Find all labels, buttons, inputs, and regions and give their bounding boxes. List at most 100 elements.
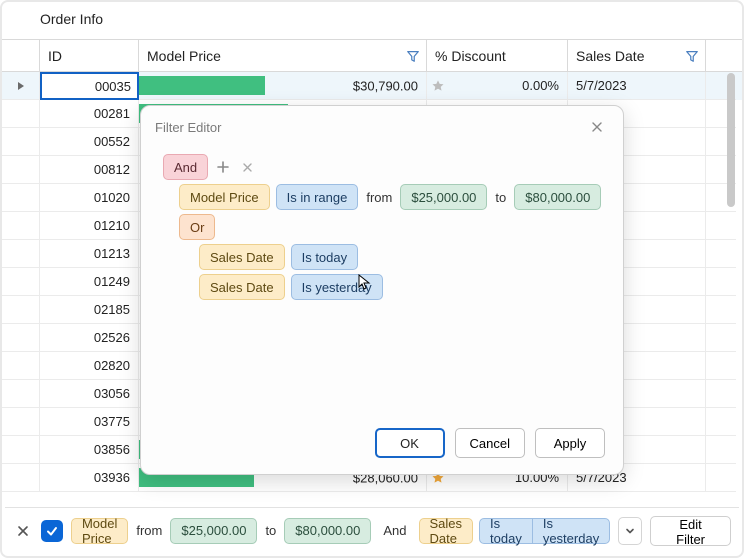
cell-id[interactable]: 02185 bbox=[40, 296, 139, 324]
row-indicator bbox=[2, 436, 40, 464]
keyword-and: And bbox=[381, 523, 408, 538]
row-indicator bbox=[2, 296, 40, 324]
dialog-header: Filter Editor bbox=[141, 106, 623, 148]
cell-id[interactable]: 03056 bbox=[40, 380, 139, 408]
cancel-button[interactable]: Cancel bbox=[455, 428, 525, 458]
cell-id[interactable]: 02820 bbox=[40, 352, 139, 380]
column-header-discount[interactable]: % Discount bbox=[427, 40, 568, 71]
expr-op[interactable]: Is today bbox=[479, 518, 533, 544]
condition-operator[interactable]: Is today bbox=[291, 244, 359, 270]
cell-discount[interactable]: 0.00% bbox=[427, 72, 568, 100]
expr-value-to[interactable]: $80,000.00 bbox=[284, 518, 371, 544]
row-indicator bbox=[2, 324, 40, 352]
cell-track bbox=[706, 212, 736, 240]
cell-model-price[interactable]: $30,790.00 bbox=[139, 72, 427, 100]
column-header-row: ID Model Price % Discount Sales Date bbox=[2, 40, 742, 72]
cell-track bbox=[706, 268, 736, 296]
row-indicator bbox=[2, 408, 40, 436]
cell-id[interactable]: 00035 bbox=[40, 72, 139, 100]
group-operator-and[interactable]: And bbox=[163, 154, 208, 180]
cell-id[interactable]: 03856 bbox=[40, 436, 139, 464]
cell-track bbox=[706, 240, 736, 268]
vertical-scrollbar-thumb[interactable] bbox=[727, 73, 735, 207]
price-value: $30,790.00 bbox=[353, 78, 418, 93]
cell-sales-date[interactable]: 5/7/2023 bbox=[568, 72, 706, 100]
cell-id[interactable]: 03775 bbox=[40, 408, 139, 436]
dialog-footer: OK Cancel Apply bbox=[141, 424, 623, 474]
dialog-title: Filter Editor bbox=[155, 120, 221, 135]
cell-track bbox=[706, 324, 736, 352]
row-indicator bbox=[2, 72, 40, 100]
add-condition-icon[interactable] bbox=[214, 158, 232, 176]
filter-expression[interactable]: Model Price from $25,000.00 to $80,000.0… bbox=[71, 518, 610, 544]
discount-value: 0.00% bbox=[522, 78, 559, 93]
column-header-label: Sales Date bbox=[576, 48, 644, 64]
apply-button[interactable]: Apply bbox=[535, 428, 605, 458]
cell-track bbox=[706, 464, 736, 492]
filter-condition: Model Price Is in range from $25,000.00 … bbox=[179, 184, 607, 210]
cell-id[interactable]: 01210 bbox=[40, 212, 139, 240]
close-icon[interactable] bbox=[585, 115, 609, 139]
filter-editor-dialog: Filter Editor And Model Price Is in rang… bbox=[140, 105, 624, 475]
condition-value-from[interactable]: $25,000.00 bbox=[400, 184, 487, 210]
row-indicator bbox=[2, 464, 40, 492]
row-indicator bbox=[2, 100, 40, 128]
filter-enabled-checkbox[interactable] bbox=[41, 520, 63, 542]
condition-operator[interactable]: Is yesterday bbox=[291, 274, 383, 300]
cell-id[interactable]: 00281 bbox=[40, 100, 139, 128]
dialog-body: And Model Price Is in range from $25,000… bbox=[141, 148, 623, 424]
edit-filter-button[interactable]: Edit Filter bbox=[650, 516, 731, 546]
cell-track bbox=[706, 408, 736, 436]
column-header-model-price[interactable]: Model Price bbox=[139, 40, 427, 71]
funnel-icon[interactable] bbox=[685, 49, 699, 63]
filter-condition: Sales Date Is yesterday bbox=[199, 274, 607, 300]
condition-operator[interactable]: Is in range bbox=[276, 184, 359, 210]
row-indicator bbox=[2, 128, 40, 156]
funnel-icon[interactable] bbox=[406, 49, 420, 63]
row-indicator bbox=[2, 184, 40, 212]
cell-id[interactable]: 01213 bbox=[40, 240, 139, 268]
row-indicator bbox=[2, 352, 40, 380]
column-header-label: % Discount bbox=[435, 48, 506, 64]
cell-track bbox=[706, 352, 736, 380]
cell-id[interactable]: 01249 bbox=[40, 268, 139, 296]
filter-mru-dropdown[interactable] bbox=[618, 517, 642, 545]
expr-field[interactable]: Sales Date bbox=[419, 518, 474, 544]
column-header-label: ID bbox=[48, 48, 62, 64]
cell-track bbox=[706, 380, 736, 408]
row-indicator bbox=[2, 380, 40, 408]
data-bar bbox=[139, 76, 265, 95]
keyword-to: to bbox=[493, 190, 508, 205]
cell-id[interactable]: 03936 bbox=[40, 464, 139, 492]
remove-group-icon[interactable] bbox=[238, 158, 256, 176]
column-header-id[interactable]: ID bbox=[40, 40, 139, 71]
row-indicator bbox=[2, 212, 40, 240]
app-window: Order Info ID Model Price % Discount Sal… bbox=[0, 0, 744, 558]
condition-field[interactable]: Model Price bbox=[179, 184, 270, 210]
group-operator-or[interactable]: Or bbox=[179, 214, 215, 240]
filter-condition: Sales Date Is today bbox=[199, 244, 607, 270]
condition-value-to[interactable]: $80,000.00 bbox=[514, 184, 601, 210]
clear-filter-icon[interactable] bbox=[13, 521, 33, 541]
cell-id[interactable]: 02526 bbox=[40, 324, 139, 352]
row-indicator bbox=[2, 268, 40, 296]
cell-id[interactable]: 00812 bbox=[40, 156, 139, 184]
condition-field[interactable]: Sales Date bbox=[199, 274, 285, 300]
filter-sub-group: Or bbox=[179, 214, 607, 240]
group-panel-label: Order Info bbox=[40, 11, 103, 27]
keyword-to: to bbox=[263, 523, 278, 538]
expr-op[interactable]: Is yesterday bbox=[532, 518, 610, 544]
column-header-sales-date[interactable]: Sales Date bbox=[568, 40, 706, 71]
row-indicator bbox=[2, 240, 40, 268]
expr-field[interactable]: Model Price bbox=[71, 518, 128, 544]
keyword-from: from bbox=[134, 523, 164, 538]
expr-value-from[interactable]: $25,000.00 bbox=[170, 518, 257, 544]
cell-id[interactable]: 01020 bbox=[40, 184, 139, 212]
star-icon bbox=[431, 79, 445, 93]
ok-button[interactable]: OK bbox=[375, 428, 445, 458]
row-indicator bbox=[2, 156, 40, 184]
cell-id[interactable]: 00552 bbox=[40, 128, 139, 156]
condition-field[interactable]: Sales Date bbox=[199, 244, 285, 270]
table-row[interactable]: 00035 $30,790.00 0.00% 5/7/2023 bbox=[2, 72, 742, 100]
cell-track bbox=[706, 436, 736, 464]
